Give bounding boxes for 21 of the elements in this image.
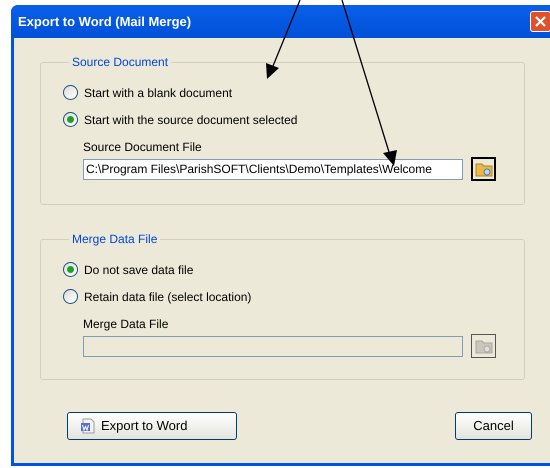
cancel-button[interactable]: Cancel <box>455 412 532 440</box>
radio-button[interactable] <box>63 112 78 127</box>
folder-search-icon <box>474 338 492 354</box>
browse-button[interactable] <box>471 334 496 358</box>
folder-search-icon <box>474 161 492 177</box>
radio-label: Start with the source document selected <box>84 112 298 128</box>
document-icon <box>80 418 96 434</box>
close-button[interactable] <box>530 11 550 32</box>
radio-label: Do not save data file <box>84 262 194 278</box>
group-title: Source Document <box>71 54 170 71</box>
window-title: Export to Word (Mail Merge) <box>18 12 192 31</box>
export-button[interactable]: Export to Word <box>67 412 237 440</box>
radio-label: Start with a blank document <box>84 84 232 102</box>
browse-button[interactable] <box>471 157 496 181</box>
group-title: Merge Data File <box>71 231 158 248</box>
radio-label: Retain data file (select location) <box>84 288 252 306</box>
field-label: Merge Data File <box>83 316 170 332</box>
file-path-field[interactable]: C:\Program Files\ParishSOFT\Clients\Demo\Templates\Welcome <box>83 158 463 180</box>
radio-button[interactable] <box>63 85 78 100</box>
field-label: Source Document File <box>83 139 203 155</box>
close-icon <box>535 16 546 27</box>
